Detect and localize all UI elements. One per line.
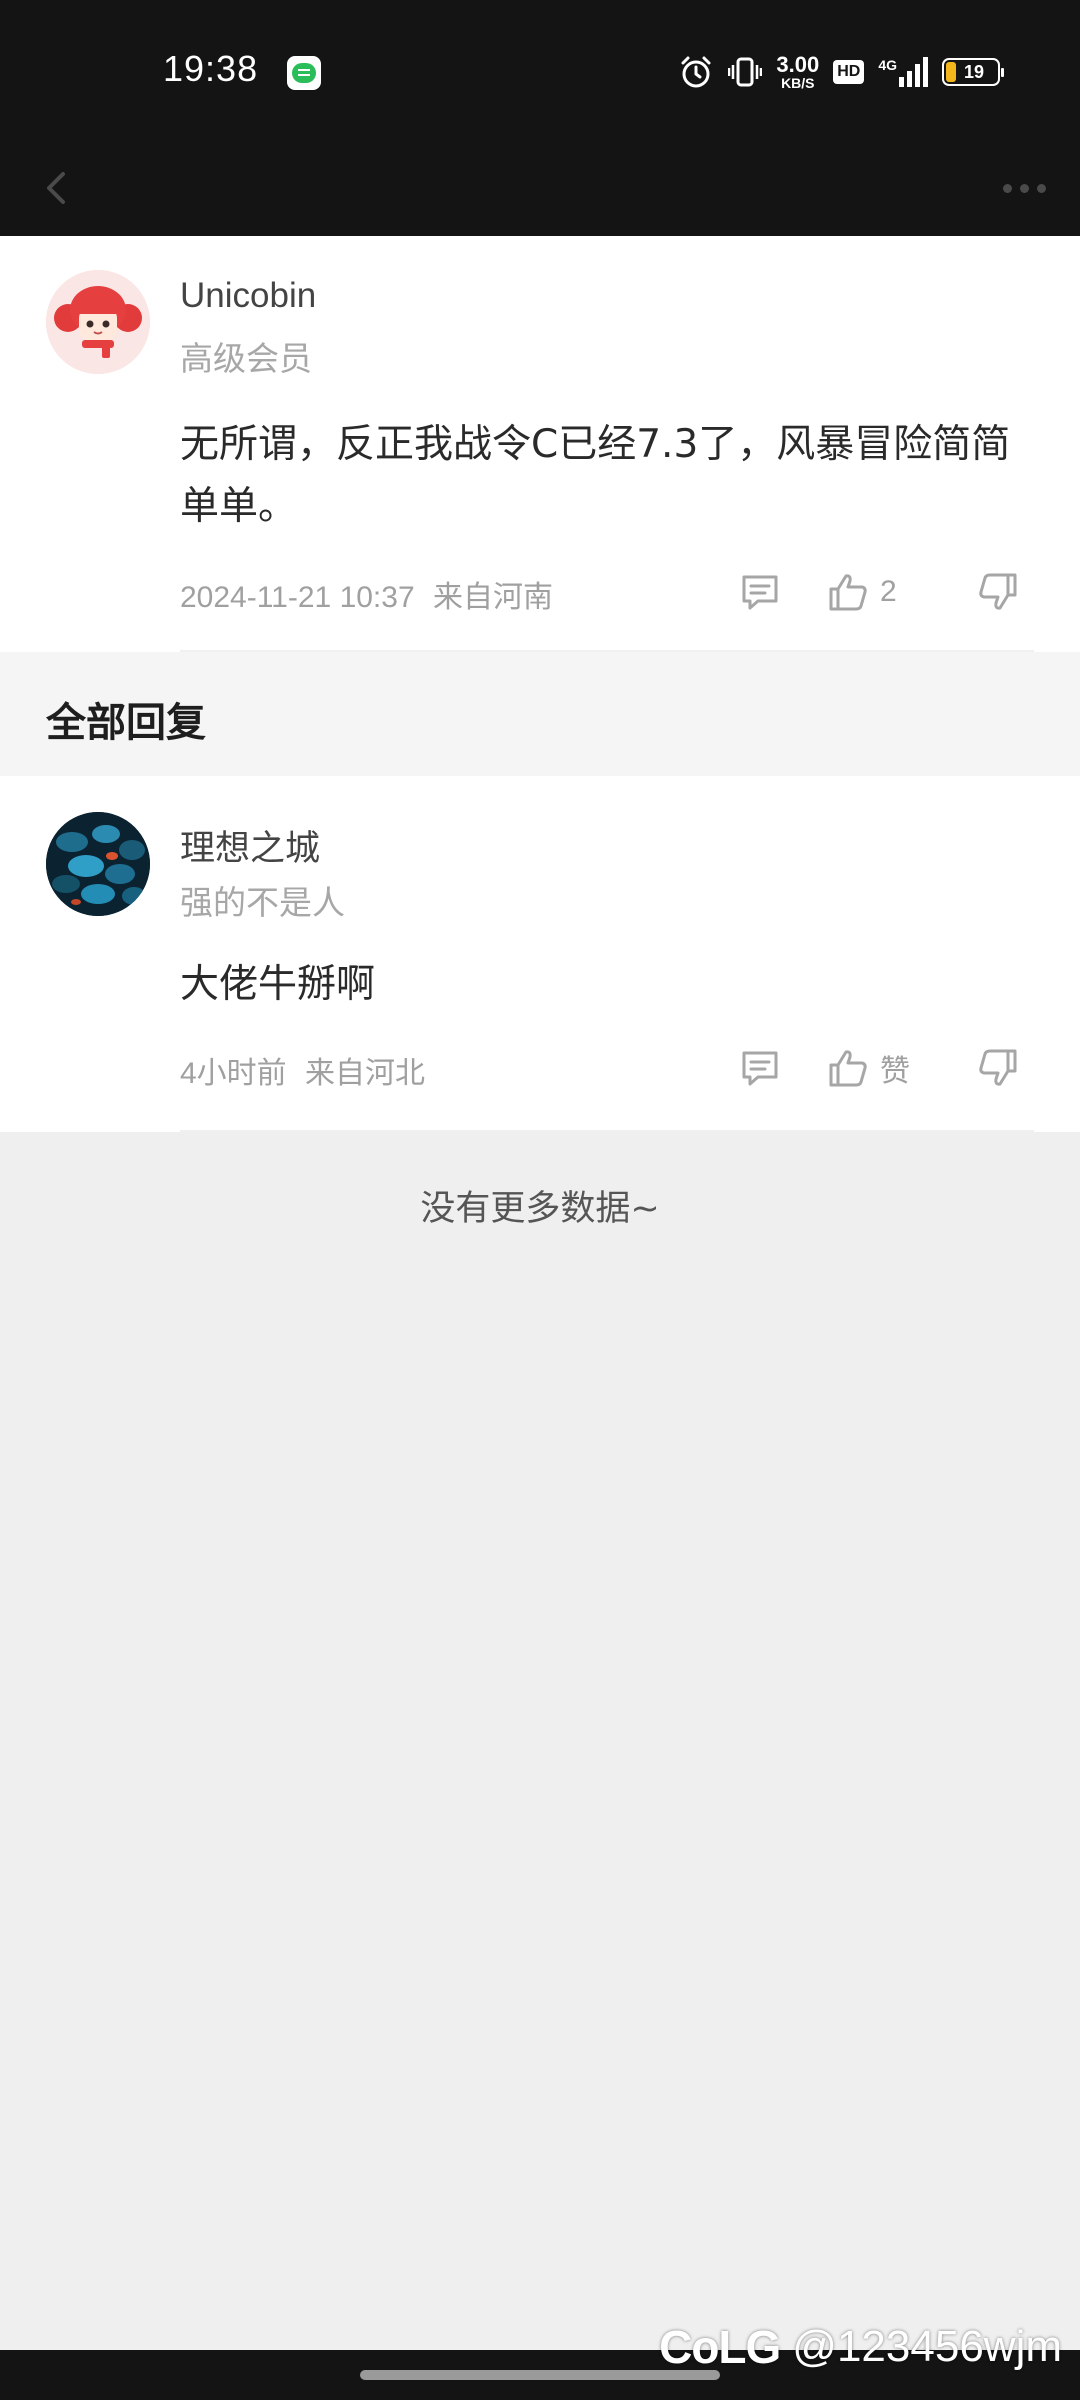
reply-meta: 4小时前 来自河北 bbox=[180, 1048, 425, 1092]
battery-level: 19 bbox=[963, 61, 985, 82]
thumbs-down-icon bbox=[979, 1049, 1017, 1086]
main-comment: Unicobin 高级会员 无所谓，反正我战令C已经7.3了，风暴冒险简简单单。… bbox=[0, 236, 1080, 652]
reply-button[interactable] bbox=[738, 1042, 782, 1094]
comment-text: 无所谓，反正我战令C已经7.3了，风暴冒险简简单单。 bbox=[180, 422, 1011, 529]
user-role: 高级会员 bbox=[180, 339, 312, 378]
dislike-button[interactable] bbox=[976, 1042, 1020, 1094]
user-name[interactable]: Unicobin bbox=[180, 276, 316, 316]
comment-icon bbox=[742, 1051, 778, 1086]
cellular-signal: 4G bbox=[878, 57, 928, 87]
hd-badge: HD bbox=[833, 60, 865, 84]
no-more-data-label: 没有更多数据~ bbox=[420, 1189, 660, 1229]
more-button[interactable] bbox=[988, 160, 1060, 216]
reply-item: 理想之城 强的不是人 大佬牛掰啊 4小时前 来自河北 赞 bbox=[0, 776, 1080, 1132]
chevron-left-icon bbox=[47, 172, 65, 204]
alarm-icon bbox=[678, 54, 714, 90]
more-dot bbox=[1019, 183, 1029, 193]
message-app-icon bbox=[287, 56, 321, 90]
top-nav-bar bbox=[0, 140, 1080, 236]
back-button[interactable] bbox=[28, 160, 84, 216]
like-count: 2 bbox=[880, 575, 897, 608]
section-title: 全部回复 bbox=[46, 700, 206, 746]
like-button[interactable]: 2 bbox=[826, 566, 897, 618]
watermark-logo: CoLG bbox=[659, 2321, 781, 2373]
vibrate-icon bbox=[728, 54, 763, 90]
comment-icon bbox=[742, 575, 778, 610]
status-indicators: 3.00 KB/S HD 4G 19 bbox=[678, 50, 1004, 94]
avatar[interactable] bbox=[46, 812, 150, 916]
reply-location: 来自河北 bbox=[305, 1057, 426, 1090]
reply-timestamp: 4小时前 bbox=[180, 1057, 287, 1090]
divider bbox=[180, 1130, 1034, 1132]
dislike-button[interactable] bbox=[976, 566, 1020, 618]
thumbs-up-icon bbox=[829, 574, 867, 611]
avatar[interactable] bbox=[46, 270, 150, 374]
thumbs-up-icon bbox=[829, 1050, 867, 1087]
user-signature: 强的不是人 bbox=[180, 883, 345, 922]
like-label: 赞 bbox=[880, 1055, 910, 1088]
battery-icon: 19 bbox=[942, 58, 1004, 86]
user-name[interactable]: 理想之城 bbox=[180, 820, 320, 871]
comment-meta: 2024-11-21 10:37 来自河南 bbox=[180, 572, 553, 616]
signal-icon bbox=[899, 57, 928, 87]
comment-location: 来自河南 bbox=[432, 581, 553, 614]
more-dot bbox=[1036, 183, 1046, 193]
avatar-image bbox=[46, 270, 150, 374]
status-time: 19:38 bbox=[163, 48, 259, 89]
comment-timestamp: 2024-11-21 10:37 bbox=[180, 581, 415, 614]
avatar-image bbox=[46, 812, 150, 916]
like-button[interactable]: 赞 bbox=[826, 1042, 910, 1094]
network-speed: 3.00 KB/S bbox=[776, 52, 820, 91]
reply-button[interactable] bbox=[738, 566, 782, 618]
more-dot bbox=[1002, 183, 1012, 193]
reply-text: 大佬牛掰啊 bbox=[180, 962, 376, 1007]
watermark: CoLG @123456wjm bbox=[659, 2320, 1062, 2374]
status-bar: 19:38 3.00 KB/S HD 4G 19 bbox=[0, 0, 1080, 140]
thumbs-down-icon bbox=[979, 573, 1017, 610]
watermark-handle: @123456wjm bbox=[792, 2322, 1062, 2371]
network-type-label: 4G bbox=[878, 57, 897, 73]
all-replies-header: 全部回复 bbox=[0, 652, 1080, 776]
